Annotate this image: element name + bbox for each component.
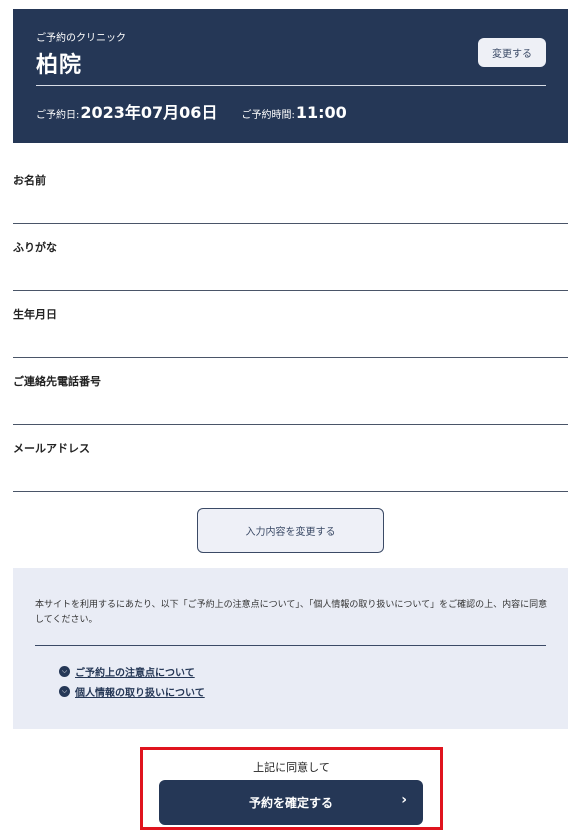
notice-divider	[35, 645, 546, 646]
field-label-furigana: ふりがな	[13, 241, 57, 254]
chevron-down-icon: ⌵	[59, 686, 70, 697]
precautions-link-label: ご予約上の注意点について	[75, 668, 195, 679]
email-input[interactable]	[13, 468, 568, 492]
privacy-link-label: 個人情報の取り扱いについて	[75, 688, 205, 699]
confirm-reservation-button[interactable]: 予約を確定する ›	[159, 780, 423, 825]
time-label: ご予約時間:	[241, 110, 295, 121]
notice-text: 本サイトを利用するにあたり、以下「ご予約上の注意点について」、「個人情報の取り扱…	[35, 600, 548, 625]
clinic-caption: ご予約のクリニック	[36, 33, 126, 44]
chevron-right-icon: ›	[401, 792, 407, 808]
agree-text: 上記に同意して	[253, 761, 330, 774]
date-label: ご予約日:	[36, 110, 80, 121]
notice-box: 本サイトを利用するにあたり、以下「ご予約上の注意点について」、「個人情報の取り扱…	[13, 568, 568, 729]
date-value: 2023年07月06日	[80, 103, 218, 122]
field-label-name: お名前	[13, 174, 46, 187]
precautions-link[interactable]: ⌵ ご予約上の注意点について	[59, 664, 195, 679]
chevron-down-icon: ⌵	[59, 666, 70, 677]
change-clinic-button[interactable]: 変更する	[478, 38, 546, 67]
name-input[interactable]	[13, 200, 568, 224]
confirm-highlight-frame: 上記に同意して 予約を確定する ›	[140, 747, 443, 830]
birthdate-input[interactable]	[13, 334, 568, 358]
field-label-phone: ご連絡先電話番号	[13, 375, 101, 388]
confirm-button-label: 予約を確定する	[248, 796, 333, 810]
edit-input-button[interactable]: 入力内容を変更する	[197, 508, 384, 553]
clinic-divider	[36, 85, 546, 86]
reservation-datetime: ご予約日: 2023年07月06日 ご予約時間: 11:00	[36, 99, 347, 123]
field-label-email: メールアドレス	[13, 442, 90, 455]
clinic-name: 柏院	[36, 53, 83, 78]
time-value: 11:00	[295, 103, 347, 122]
privacy-link[interactable]: ⌵ 個人情報の取り扱いについて	[59, 684, 205, 699]
clinic-header: ご予約のクリニック 柏院 変更する ご予約日: 2023年07月06日 ご予約時…	[13, 9, 568, 143]
phone-input[interactable]	[13, 401, 568, 425]
furigana-input[interactable]	[13, 267, 568, 291]
field-label-birthdate: 生年月日	[13, 308, 57, 321]
